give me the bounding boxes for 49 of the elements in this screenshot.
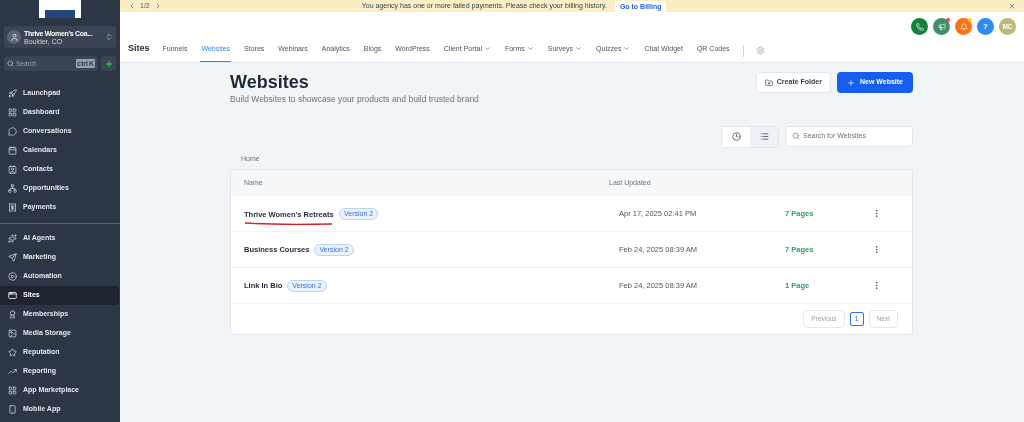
- page-title: Websites: [230, 71, 310, 93]
- close-icon[interactable]: [1008, 2, 1016, 10]
- contact-card-icon: [8, 165, 17, 174]
- clock-icon: [731, 132, 741, 142]
- chat-bubble-icon: [8, 127, 17, 136]
- trend-line-icon: [8, 367, 17, 376]
- rocket-icon: [8, 89, 17, 98]
- grid-icon: [8, 108, 17, 117]
- chevron-down-icon: [623, 45, 631, 53]
- image-icon: [8, 329, 17, 338]
- section-title: Sites: [128, 41, 150, 55]
- phone-button[interactable]: [911, 18, 928, 35]
- megaphone-button[interactable]: [933, 18, 950, 35]
- user-icon: [9, 32, 19, 42]
- play-circle-icon: [8, 272, 17, 281]
- list-view-button[interactable]: [750, 126, 778, 147]
- megaphone-icon: [937, 22, 946, 31]
- plus-icon: [846, 78, 855, 87]
- logo-placeholder: [39, 0, 81, 18]
- chevrons-icon: [105, 33, 113, 41]
- grid-icon: [8, 386, 17, 395]
- list-icon: [759, 132, 769, 142]
- paper-plane-icon: [8, 253, 17, 262]
- ribbon-icon: [8, 310, 17, 319]
- plus-icon: [104, 59, 113, 68]
- chevron-down-icon: [575, 45, 583, 53]
- network-icon: [8, 184, 17, 193]
- receipt-icon: [8, 203, 17, 212]
- browser-window-icon: [8, 291, 17, 300]
- folder-plus-icon: [764, 78, 773, 87]
- sparkles-icon: [8, 234, 17, 243]
- bell-icon: [959, 22, 968, 31]
- calendar-icon: [8, 146, 17, 155]
- add-button[interactable]: [101, 56, 116, 71]
- search-icon: [792, 132, 800, 141]
- settings-icon[interactable]: [755, 46, 765, 55]
- recent-view-button[interactable]: [722, 126, 750, 147]
- mobile-phone-icon: [8, 405, 17, 414]
- page-subtitle: Build Websites to showcase your products and build trusted brand: [230, 93, 479, 106]
- search-icon: [7, 60, 14, 67]
- chevron-down-icon: [483, 45, 491, 53]
- more-options-icon[interactable]: [872, 209, 881, 219]
- phone-icon: [915, 22, 924, 31]
- more-options-icon[interactable]: [872, 245, 881, 255]
- chevron-down-icon: [526, 45, 534, 53]
- more-options-icon[interactable]: [872, 281, 881, 291]
- chevron-left-icon[interactable]: [128, 2, 136, 10]
- star-icon: [8, 348, 17, 357]
- bell-button[interactable]: [955, 18, 972, 35]
